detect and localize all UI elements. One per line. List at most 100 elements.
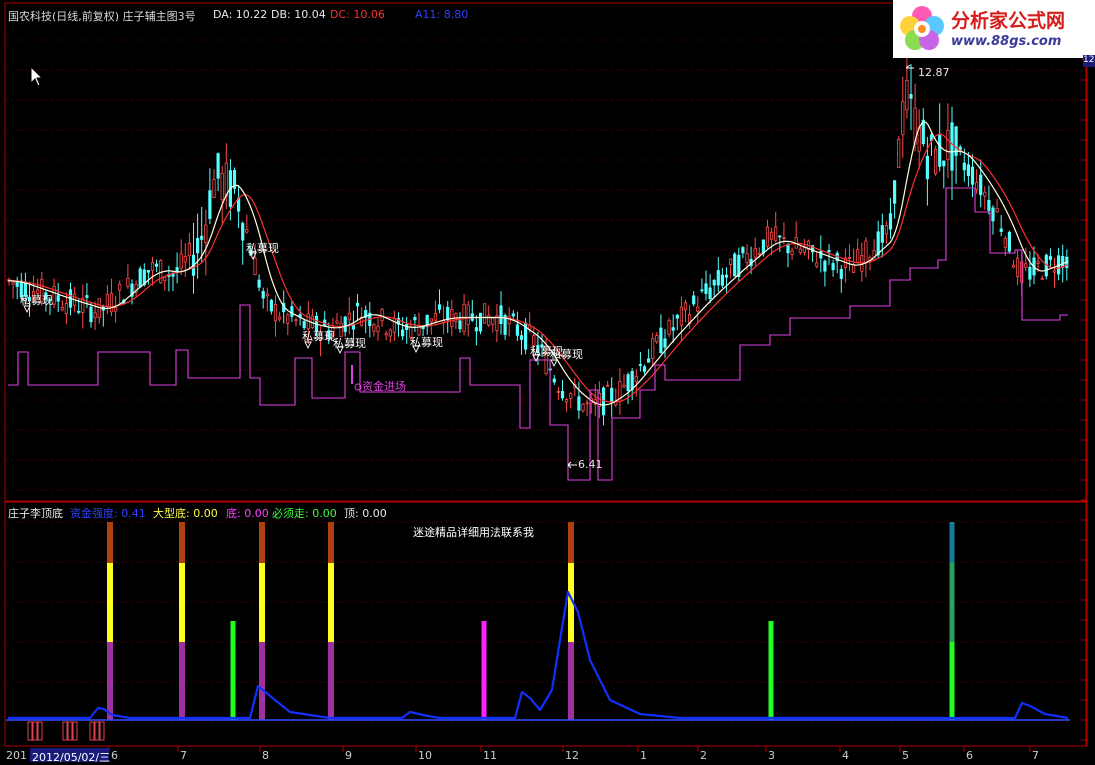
candle-body: [839, 269, 843, 279]
candle-body: [987, 199, 991, 211]
month-tick: 7: [1032, 749, 1039, 762]
candle-body: [663, 338, 667, 348]
candle-body: [433, 312, 438, 322]
month-tick: 3: [768, 749, 775, 762]
candle-body: [880, 225, 884, 243]
signal-label-1: 私募现: [20, 294, 53, 307]
signal-bar: [481, 621, 487, 720]
candle-body: [60, 307, 64, 311]
candle-body: [216, 153, 220, 179]
month-tick: 6: [966, 749, 973, 762]
candle-body: [565, 399, 569, 403]
signal-bar: [179, 522, 185, 563]
dc-value: DC: 10.06: [330, 8, 385, 21]
candle-body: [901, 101, 905, 136]
candle-body: [765, 226, 770, 247]
candle-body: [499, 305, 503, 325]
candle-body: [782, 236, 786, 239]
candle-body: [626, 374, 630, 391]
candle-body: [970, 166, 975, 185]
candle-body: [921, 119, 925, 145]
candle-body: [655, 335, 659, 342]
candle-body: [347, 312, 351, 321]
candle-body: [720, 274, 725, 286]
signal-bar: [768, 621, 774, 720]
signal-bar: [949, 522, 955, 563]
candle-body: [581, 403, 585, 412]
candle-body: [126, 277, 130, 287]
candle-body: [224, 162, 228, 197]
candle-body: [519, 335, 524, 340]
candle-body: [1011, 264, 1016, 268]
candle-body: [302, 321, 306, 329]
mini-box: [67, 721, 73, 741]
low-price-label: 6.41: [578, 458, 603, 471]
candle-body: [1048, 256, 1052, 260]
candle-body: [200, 235, 204, 240]
site-logo: 分析家公式网 www.88gs.com: [893, 0, 1095, 58]
candle-body: [1016, 257, 1020, 278]
candle-body: [446, 306, 450, 321]
date-current[interactable]: 2012/05/02/三: [32, 749, 110, 765]
candle-body: [827, 250, 831, 253]
candle-body: [979, 174, 983, 196]
signal-bar: [107, 563, 113, 642]
candle-body: [761, 239, 766, 254]
signal-bar: [259, 642, 265, 720]
candle-body: [466, 304, 470, 326]
candle-body: [634, 375, 638, 382]
a11-value: A11: 8.80: [415, 8, 469, 21]
candle-body: [733, 253, 737, 277]
candle-body: [81, 298, 85, 313]
chart-title: 国农科技(日线,前复权) 庄子辅主图3号: [8, 10, 196, 23]
signal-bar: [179, 642, 185, 720]
candle-body: [114, 307, 118, 312]
candle-body: [146, 270, 150, 273]
candle-body: [905, 80, 909, 111]
mini-box: [72, 721, 78, 741]
candle-body: [552, 378, 556, 383]
candle-body: [1040, 277, 1044, 280]
low-marker: [567, 461, 577, 469]
candle-body: [696, 306, 700, 312]
candle-body: [560, 390, 565, 399]
candle-body: [11, 281, 15, 285]
date-first: 201: [6, 749, 27, 762]
mini-box: [89, 721, 95, 741]
logo-url: www.88gs.com: [951, 34, 1062, 49]
capital-in-label: 资金进场: [362, 380, 406, 393]
candle-body: [975, 182, 979, 190]
month-tick: 1: [640, 749, 647, 762]
candle-body: [208, 190, 212, 219]
candle-body: [154, 263, 159, 267]
candle-body: [683, 302, 688, 311]
candle-body: [77, 310, 81, 313]
candle-body: [458, 320, 462, 330]
candle-body: [261, 291, 265, 299]
candle-body: [774, 226, 778, 242]
candle-body: [700, 289, 704, 292]
top-value: 顶: 0.00: [344, 507, 387, 520]
month-tick: 4: [842, 749, 849, 762]
candle-body: [294, 319, 298, 322]
candle-body: [852, 264, 856, 273]
candle-body: [778, 235, 782, 238]
candle-body: [823, 260, 827, 272]
candle-body: [893, 180, 897, 204]
candle-body: [864, 240, 868, 263]
strength-value: 资金强度: 0.41: [70, 507, 146, 520]
candle-body: [15, 281, 19, 287]
candle-body: [1024, 263, 1028, 268]
candle-body: [729, 258, 733, 265]
chart-canvas[interactable]: [0, 0, 1095, 764]
candle-body: [966, 164, 971, 177]
candle-body: [942, 160, 946, 167]
candle-body: [897, 139, 901, 168]
candle-body: [647, 358, 651, 363]
candle-body: [585, 402, 589, 405]
candle-body: [888, 213, 893, 230]
candle-body: [622, 384, 626, 388]
candle-body: [109, 293, 114, 313]
candle-body: [671, 327, 675, 331]
flower-icon: [900, 6, 944, 50]
